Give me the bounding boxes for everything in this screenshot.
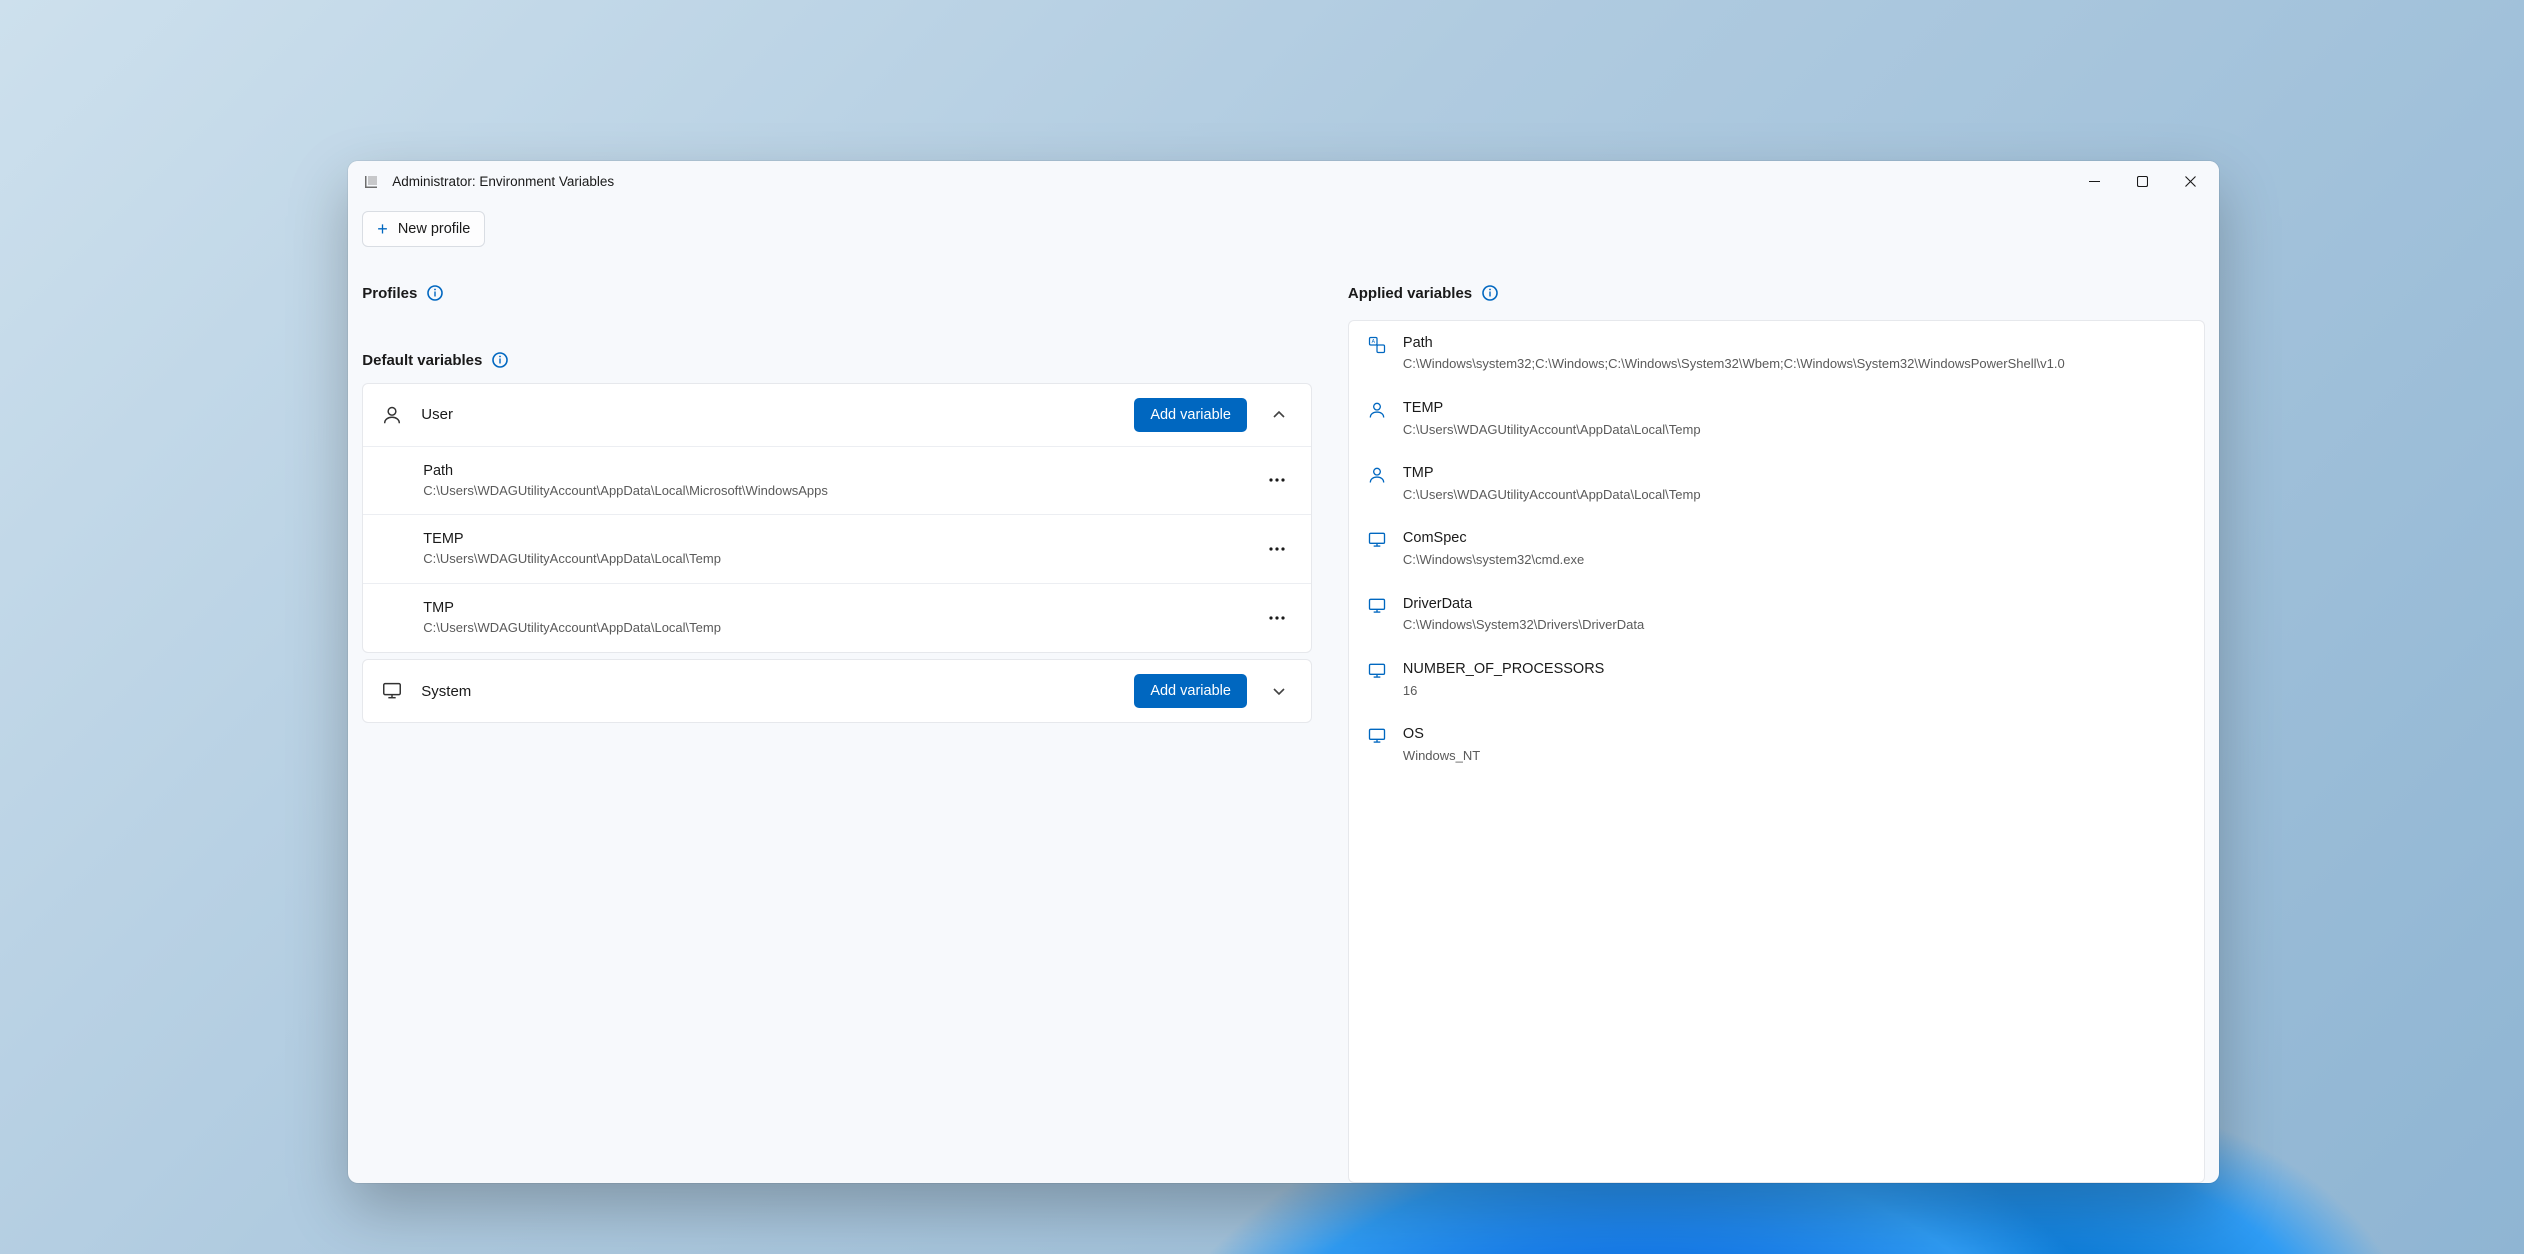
- variable-more-button[interactable]: [1261, 604, 1293, 632]
- applied-variable-row[interactable]: OSWindows_NT: [1349, 712, 2204, 777]
- app-window: Administrator: Environment Variables + N…: [348, 161, 2218, 1183]
- more-icon: [1269, 547, 1285, 551]
- applied-variables-list[interactable]: A PathC:\Windows\system32;C:\Windows;C:\W…: [1348, 320, 2205, 1183]
- applied-variable-value: C:\Users\WDAGUtilityAccount\AppData\Loca…: [1403, 420, 2186, 440]
- applied-variable-name: Path: [1403, 333, 2186, 355]
- profiles-heading: Profiles: [362, 285, 1312, 302]
- info-icon[interactable]: [492, 352, 508, 368]
- applied-variable-value: 16: [1403, 681, 2186, 701]
- toolbar: + New profile: [348, 203, 2218, 263]
- system-icon: [381, 680, 403, 702]
- system-scope-header[interactable]: System Add variable: [363, 660, 1311, 722]
- more-icon: [1269, 616, 1285, 620]
- applied-variable-name: DriverData: [1403, 594, 2186, 616]
- merge-icon: A: [1367, 335, 1387, 355]
- user-variable-row[interactable]: Path C:\Users\WDAGUtilityAccount\AppData…: [363, 446, 1311, 515]
- variable-more-button[interactable]: [1261, 535, 1293, 563]
- applied-origin-icon: [1367, 400, 1387, 420]
- chevron-up-icon: [1272, 408, 1286, 422]
- applied-origin-icon: [1367, 596, 1387, 616]
- applied-variable-name: NUMBER_OF_PROCESSORS: [1403, 659, 2186, 681]
- applied-variable-name: TMP: [1403, 463, 2186, 485]
- window-maximize-button[interactable]: [2119, 161, 2167, 203]
- variable-name: Path: [423, 461, 1249, 482]
- applied-variable-row[interactable]: A PathC:\Windows\system32;C:\Windows;C:\W…: [1349, 321, 2204, 386]
- applied-origin-icon: [1367, 661, 1387, 681]
- variable-name: TMP: [423, 598, 1249, 619]
- applied-variable-value: C:\Windows\System32\Drivers\DriverData: [1403, 615, 2186, 635]
- system-icon: [1367, 530, 1387, 550]
- applied-origin-icon: A: [1367, 335, 1387, 355]
- system-expand-toggle[interactable]: [1265, 684, 1293, 698]
- new-profile-label: New profile: [398, 221, 471, 237]
- user-scope-header[interactable]: User Add variable: [363, 384, 1311, 446]
- user-scope-label: User: [421, 406, 1116, 423]
- window-minimize-button[interactable]: [2071, 161, 2119, 203]
- chevron-down-icon: [1272, 684, 1286, 698]
- user-icon: [1367, 465, 1387, 485]
- applied-variable-row[interactable]: TEMPC:\Users\WDAGUtilityAccount\AppData\…: [1349, 386, 2204, 451]
- applied-variables-heading-text: Applied variables: [1348, 285, 1472, 302]
- window-close-button[interactable]: [2167, 161, 2215, 203]
- app-icon: [362, 173, 380, 191]
- default-variables-heading-text: Default variables: [362, 352, 482, 369]
- applied-variable-value: C:\Windows\system32\cmd.exe: [1403, 550, 2186, 570]
- variable-name: TEMP: [423, 529, 1249, 550]
- user-variable-row[interactable]: TMP C:\Users\WDAGUtilityAccount\AppData\…: [363, 583, 1311, 652]
- svg-text:A: A: [1372, 338, 1376, 344]
- applied-variables-heading: Applied variables: [1348, 285, 2205, 302]
- applied-variable-row[interactable]: DriverDataC:\Windows\System32\Drivers\Dr…: [1349, 582, 2204, 647]
- info-icon[interactable]: [427, 285, 443, 301]
- applied-variable-row[interactable]: NUMBER_OF_PROCESSORS16: [1349, 647, 2204, 712]
- window-title: Administrator: Environment Variables: [392, 174, 614, 189]
- applied-variable-row[interactable]: ComSpecC:\Windows\system32\cmd.exe: [1349, 516, 2204, 581]
- applied-variable-value: Windows_NT: [1403, 746, 2186, 766]
- applied-variable-name: TEMP: [1403, 398, 2186, 420]
- user-scope-card: User Add variable Path C:\Users\WDAGUtil…: [362, 383, 1312, 654]
- plus-icon: +: [377, 220, 388, 238]
- profiles-heading-text: Profiles: [362, 285, 417, 302]
- applied-origin-icon: [1367, 465, 1387, 485]
- variable-value: C:\Users\WDAGUtilityAccount\AppData\Loca…: [423, 482, 1249, 501]
- system-add-variable-button[interactable]: Add variable: [1134, 674, 1247, 708]
- applied-variable-value: C:\Windows\system32;C:\Windows;C:\Window…: [1403, 354, 2186, 374]
- user-variable-row[interactable]: TEMP C:\Users\WDAGUtilityAccount\AppData…: [363, 514, 1311, 583]
- system-icon: [1367, 661, 1387, 681]
- new-profile-button[interactable]: + New profile: [362, 211, 485, 247]
- applied-variable-value: C:\Users\WDAGUtilityAccount\AppData\Loca…: [1403, 485, 2186, 505]
- applied-variable-name: ComSpec: [1403, 528, 2186, 550]
- variable-value: C:\Users\WDAGUtilityAccount\AppData\Loca…: [423, 550, 1249, 569]
- info-icon[interactable]: [1482, 285, 1498, 301]
- applied-variable-name: OS: [1403, 724, 2186, 746]
- user-icon: [1367, 400, 1387, 420]
- variable-more-button[interactable]: [1261, 466, 1293, 494]
- system-scope-card: System Add variable: [362, 659, 1312, 723]
- variable-value: C:\Users\WDAGUtilityAccount\AppData\Loca…: [423, 619, 1249, 638]
- system-icon: [1367, 596, 1387, 616]
- system-scope-label: System: [421, 683, 1116, 700]
- applied-variable-row[interactable]: TMPC:\Users\WDAGUtilityAccount\AppData\L…: [1349, 451, 2204, 516]
- applied-origin-icon: [1367, 726, 1387, 746]
- applied-origin-icon: [1367, 530, 1387, 550]
- titlebar[interactable]: Administrator: Environment Variables: [348, 161, 2218, 203]
- user-add-variable-button[interactable]: Add variable: [1134, 398, 1247, 432]
- more-icon: [1269, 478, 1285, 482]
- system-icon: [1367, 726, 1387, 746]
- user-icon: [381, 404, 403, 426]
- default-variables-heading: Default variables: [362, 352, 1312, 369]
- user-collapse-toggle[interactable]: [1265, 408, 1293, 422]
